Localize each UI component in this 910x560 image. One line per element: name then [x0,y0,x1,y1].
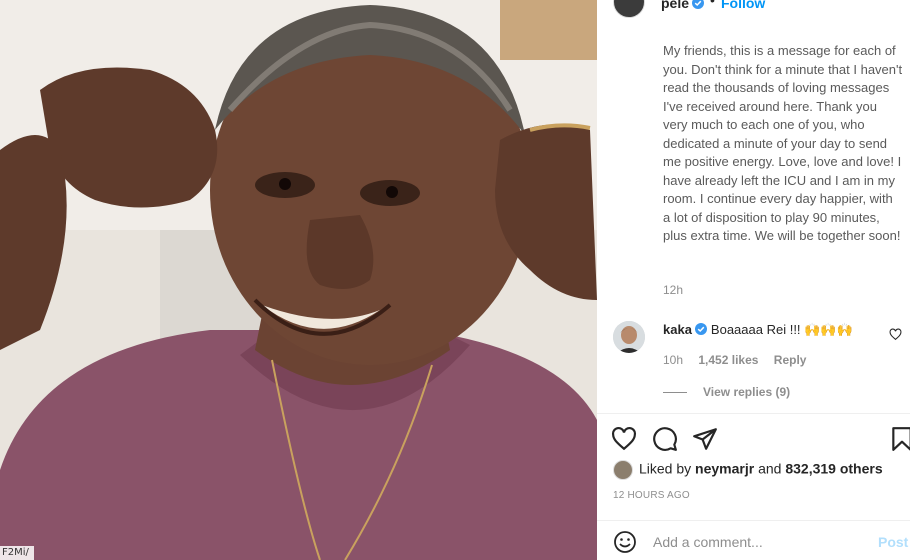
photo-watermark: F2Mi/ [0,546,34,560]
reply-button[interactable]: Reply [774,353,807,367]
likes-count[interactable]: 832,319 others [785,461,882,477]
share-icon[interactable] [692,426,718,452]
caption-timestamp[interactable]: 12h [663,283,683,297]
photo-illustration [0,0,597,560]
header-separator: • [710,0,715,8]
likes-connector: and [758,460,782,477]
post-comment-button[interactable]: Post [878,534,908,550]
post-sidebar: pele • Follow My friends, this is a mess… [597,0,910,560]
post-photo[interactable]: F2Mi/ [0,0,597,560]
comment-like-heart-icon[interactable] [889,328,902,341]
author-avatar[interactable] [613,0,645,18]
comment-likes[interactable]: 1,452 likes [698,353,758,367]
comment-icon[interactable] [652,426,678,452]
post-timestamp[interactable]: 12 HOURS AGO [613,490,690,501]
likes-prefix: Liked by [639,460,692,477]
emoji-icon[interactable] [613,530,637,554]
post-header: pele • Follow [597,0,910,22]
add-comment-input[interactable] [653,528,853,556]
likes-summary: Liked by neymarjr and 832,319 others [613,460,883,480]
bookmark-icon[interactable] [889,426,910,452]
comment-text: Boaaaaa Rei !!! 🙌🙌🙌 [710,322,853,337]
comment-meta: 10h 1,452 likes Reply [663,353,818,367]
commenter-avatar-image [613,321,645,353]
post-caption: My friends, this is a message for each o… [663,43,903,243]
comment-username[interactable]: kaka [663,322,692,337]
verified-badge-icon [692,0,704,9]
add-comment-bar: Post [597,520,910,560]
comment: kaka Boaaaaa Rei !!! 🙌🙌🙌 [663,322,853,338]
action-bar [597,423,910,455]
view-replies-label: View replies (9) [703,385,791,399]
divider [597,413,910,414]
replies-line [663,392,687,394]
view-replies-button[interactable]: View replies (9) [663,385,790,399]
author-username[interactable]: pele [661,0,689,11]
liker-avatar[interactable] [613,460,633,480]
liker-username[interactable]: neymarjr [695,461,754,477]
heart-icon[interactable] [611,426,637,452]
verified-badge-icon [694,323,707,335]
comment-timestamp[interactable]: 10h [663,353,683,367]
commenter-avatar[interactable] [613,321,645,353]
follow-button[interactable]: Follow [721,0,765,11]
